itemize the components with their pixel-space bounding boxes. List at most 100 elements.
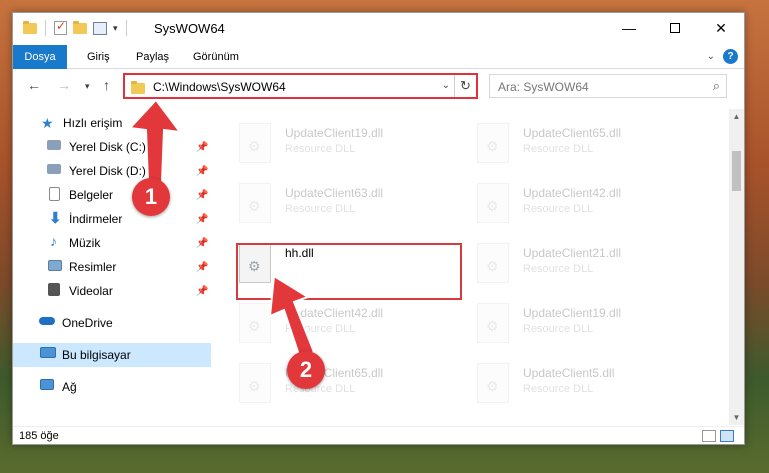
vertical-scrollbar[interactable]: ▲ ▼ [729, 109, 744, 425]
refresh-icon[interactable]: ↻ [454, 75, 476, 97]
file-type: Resource DLL [523, 323, 594, 335]
file-type: Resource DLL [285, 143, 356, 155]
window-title: SysWOW64 [154, 21, 225, 36]
file-item[interactable]: UpdateClient19.dll Resource DLL [451, 299, 671, 349]
large-icons-view-icon[interactable] [720, 430, 734, 442]
properties-check-icon[interactable] [54, 19, 67, 35]
sidebar-item-drive-d[interactable]: Yerel Disk (D:) 📌 [13, 159, 211, 183]
navigation-bar: ← → ▾ ↑ C:\Windows\SysWOW64 ⌄ ↻ Ara: Sys… [13, 70, 744, 102]
customize-toolbar-icon[interactable]: ▾ [113, 23, 118, 34]
folder-icon [23, 20, 37, 34]
download-icon: ⬇ [49, 210, 62, 227]
sidebar-item-label: Hızlı erişim [63, 116, 123, 130]
tab-home[interactable]: Giriş [77, 45, 120, 69]
sidebar-item-documents[interactable]: Belgeler 📌 [13, 183, 211, 207]
pin-icon[interactable]: 📌 [196, 190, 208, 201]
file-item[interactable]: UpdateClient63.dll Resource DLL [213, 179, 433, 229]
documents-icon [49, 187, 60, 201]
scroll-down-icon[interactable]: ▼ [729, 410, 744, 425]
details-view-icon[interactable] [702, 430, 716, 442]
sidebar-item-label: Yerel Disk (C:) [69, 140, 146, 154]
dll-file-icon [477, 243, 509, 283]
dll-file-icon [477, 303, 509, 343]
sidebar-item-pictures[interactable]: Resimler 📌 [13, 255, 211, 279]
dll-file-icon [477, 363, 509, 403]
file-type: Resource DLL [523, 383, 594, 395]
sidebar-item-network[interactable]: Ağ [13, 375, 211, 399]
cloud-icon [39, 317, 55, 325]
highlight-box [236, 243, 462, 300]
forward-arrow-icon[interactable]: → [57, 77, 71, 93]
close-button[interactable]: ✕ [698, 13, 744, 43]
dll-file-icon [239, 303, 271, 343]
file-item[interactable]: UpdateClient42.dll Resource DLL [451, 179, 671, 229]
file-item[interactable]: UpdateClient65.dll Resource DLL [451, 119, 671, 169]
address-path[interactable]: C:\Windows\SysWOW64 [153, 80, 286, 94]
pin-icon[interactable]: 📌 [196, 166, 208, 177]
back-arrow-icon[interactable]: ← [27, 77, 41, 93]
new-folder-icon[interactable] [73, 20, 87, 34]
sidebar-item-downloads[interactable]: ⬇ İndirmeler 📌 [13, 207, 211, 231]
file-type: Resource DLL [523, 203, 594, 215]
file-item[interactable]: UpdateClient19.dll Resource DLL [213, 119, 433, 169]
file-item[interactable]: UpdateClient42.dll Resource DLL [213, 299, 433, 349]
maximize-button[interactable] [652, 13, 698, 43]
tab-share[interactable]: Paylaş [126, 45, 179, 69]
file-type: Resource DLL [285, 203, 356, 215]
tab-file[interactable]: Dosya [13, 45, 67, 69]
status-bar: 185 öğe [13, 426, 744, 446]
file-name: UpdateClient65.dll [523, 126, 622, 140]
file-item[interactable]: UpdateClient5.dll Resource DLL [451, 359, 671, 409]
sidebar-item-drive-c[interactable]: Yerel Disk (C:) 📌 [13, 135, 211, 159]
up-arrow-icon[interactable]: ↑ [103, 77, 110, 93]
sidebar-item-label: Belgeler [69, 188, 114, 202]
sidebar-item-label: Ağ [62, 380, 77, 394]
dll-file-icon [239, 123, 271, 163]
pin-icon[interactable]: 📌 [196, 142, 208, 153]
help-icon[interactable]: ? [723, 49, 738, 64]
sidebar-item-this-pc[interactable]: Bu bilgisayar [13, 343, 211, 367]
tab-view[interactable]: Görünüm [183, 45, 249, 69]
pin-icon[interactable]: 📌 [196, 262, 208, 273]
music-icon: ♪ [50, 233, 57, 249]
expand-ribbon-icon[interactable]: ⌄ [707, 51, 715, 62]
sidebar-item-label: Bu bilgisayar [62, 348, 131, 362]
dll-file-icon [239, 183, 271, 223]
search-placeholder: Ara: SysWOW64 [498, 80, 589, 94]
sidebar-item-onedrive[interactable]: OneDrive [13, 311, 211, 335]
title-bar: ▾ SysWOW64 — ✕ [13, 13, 744, 45]
file-type: Resource DLL [523, 143, 594, 155]
minimize-button[interactable]: — [606, 13, 652, 43]
pictures-icon [48, 260, 62, 271]
dll-file-icon [477, 123, 509, 163]
sidebar-item-quick-access[interactable]: ★ Hızlı erişim [13, 111, 211, 135]
scrollbar-thumb[interactable] [732, 151, 741, 191]
sidebar-item-music[interactable]: ♪ Müzik 📌 [13, 231, 211, 255]
address-bar[interactable]: C:\Windows\SysWOW64 ⌄ ↻ [123, 73, 478, 99]
chevron-down-icon[interactable]: ⌄ [442, 80, 450, 91]
step-2-badge: 2 [287, 351, 325, 389]
sidebar-item-label: Resimler [69, 260, 117, 274]
file-item[interactable]: UpdateClient21.dll Resource DLL [451, 239, 671, 289]
scroll-up-icon[interactable]: ▲ [729, 109, 744, 124]
properties-icon[interactable] [93, 21, 107, 35]
toolbar-separator [45, 20, 46, 36]
file-name: UpdateClient42.dll [523, 186, 622, 200]
file-type: Resource DLL [523, 263, 594, 275]
item-count: 185 öğe [19, 430, 59, 442]
explorer-window: ▾ SysWOW64 — ✕ Dosya Giriş Paylaş Görünü… [12, 12, 745, 445]
pin-icon[interactable]: 📌 [196, 286, 208, 297]
star-icon: ★ [41, 115, 54, 131]
ribbon-tabs: Dosya Giriş Paylaş Görünüm ⌄ ? [13, 45, 744, 69]
file-name: UpdateClient5.dll [523, 366, 615, 380]
search-input[interactable]: Ara: SysWOW64 ⌕ [489, 74, 727, 98]
view-toggle [702, 430, 734, 442]
pin-icon[interactable]: 📌 [196, 214, 208, 225]
navigation-pane: ★ Hızlı erişim Yerel Disk (C:) 📌 Yerel D… [13, 109, 211, 425]
toolbar-separator [125, 20, 127, 36]
drive-icon [47, 140, 61, 150]
recent-locations-icon[interactable]: ▾ [85, 81, 90, 92]
maximize-icon [670, 23, 680, 33]
pin-icon[interactable]: 📌 [196, 238, 208, 249]
sidebar-item-videos[interactable]: Videolar 📌 [13, 279, 211, 303]
